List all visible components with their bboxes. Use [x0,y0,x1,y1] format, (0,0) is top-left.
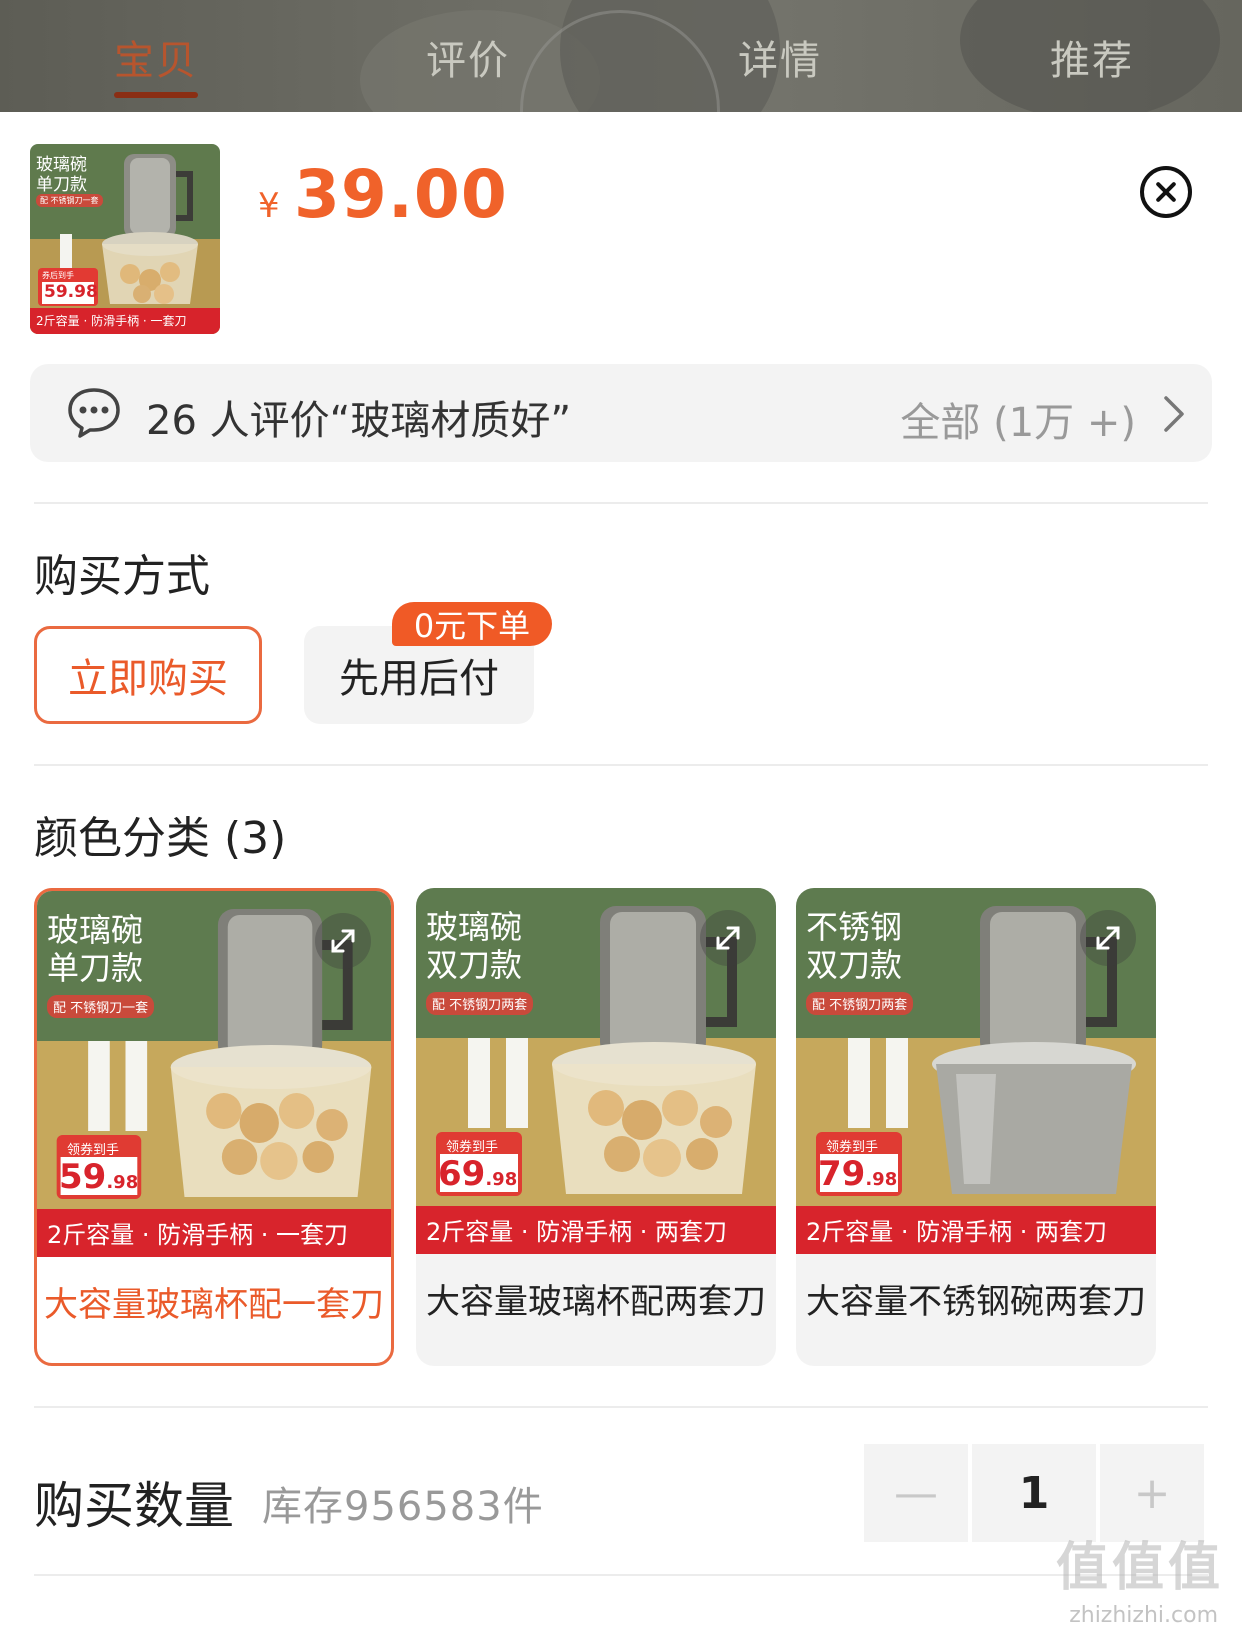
thumb-title-line2: 单刀款 [36,175,87,195]
card-coupon-label: 领券到手 [67,1143,120,1158]
color-option-label: 大容量玻璃杯配一套刀 [44,1285,384,1325]
thumb-coupon-price: 59.98 [44,282,98,302]
card-image-title-line2: 单刀款 [47,949,144,987]
color-option-card[interactable]: 不锈钢 双刀款 配 不锈钢刀两套 领券到手 79.98 2斤容量 · 防滑手柄 … [796,888,1156,1366]
color-option-label: 大容量不锈钢碗两套刀 [806,1282,1146,1322]
thumb-coupon-label: 券后到手 [42,271,74,280]
decrement-button[interactable]: — [864,1444,968,1542]
review-highlight-text: 26 人评价“玻璃材质好” [146,398,572,444]
card-coupon-price: 69.98 [438,1154,518,1194]
thumb-tag: 配 不锈钢刀一套 [36,194,103,207]
tab-recommend[interactable]: 推荐 [1050,28,1134,86]
color-option-label: 大容量玻璃杯配两套刀 [426,1282,766,1322]
top-navigation-bar: 宝贝 评价 详情 推荐 [0,0,1242,112]
divider [34,1406,1208,1408]
zero-yuan-badge: 0元下单 [392,602,552,646]
product-thumbnail[interactable]: 玻璃碗 单刀款 配 不锈钢刀一套 券后到手 59.98 2斤容量 · 防滑手柄 … [30,144,220,334]
product-price: 39.00 [294,156,508,233]
review-summary-bar[interactable]: 26 人评价“玻璃材质好” 全部 (1万 +) [30,364,1212,462]
divider [34,1574,1208,1576]
card-image-banner: 2斤容量 · 防滑手柄 · 一套刀 [47,1221,349,1249]
card-image-banner: 2斤容量 · 防滑手柄 · 两套刀 [806,1218,1108,1246]
card-image-tag: 配 不锈钢刀两套 [806,992,914,1015]
close-icon[interactable] [1140,166,1192,218]
color-option-card[interactable]: 玻璃碗 双刀款 配 不锈钢刀两套 领券到手 69.98 2斤容量 · 防滑手柄 … [416,888,776,1366]
card-image-title-line2: 双刀款 [806,946,903,984]
tab-item[interactable]: 宝贝 [114,28,198,86]
purchase-method-title: 购买方式 [34,551,210,602]
card-coupon-label: 领券到手 [446,1140,499,1155]
card-image-title-line2: 双刀款 [426,946,523,984]
thumb-banner: 2斤容量 · 防滑手柄 · 一套刀 [36,314,187,328]
divider [34,764,1208,766]
card-coupon-price: 59.98 [59,1157,139,1197]
stock-count: 库存956583件 [262,1484,544,1530]
active-tab-indicator [114,92,198,98]
watermark-url: zhizhizhi.com [1069,1603,1218,1628]
card-image-banner: 2斤容量 · 防滑手柄 · 两套刀 [426,1218,728,1246]
expand-icon[interactable] [315,913,371,969]
color-option-card[interactable]: 玻璃碗 单刀款 配 不锈钢刀一套 领券到手 59.98 2斤容量 · 防滑手柄 … [34,888,394,1366]
watermark-logo: 值值值 [1055,1538,1224,1598]
card-image-tag: 配 不锈钢刀一套 [47,995,155,1018]
quantity-title: 购买数量 [34,1477,234,1535]
card-coupon-price: 79.98 [818,1154,898,1194]
expand-icon[interactable] [700,910,756,966]
chat-bubble-icon [68,388,120,438]
review-all-count: 全部 (1万 +) [900,400,1136,446]
card-coupon-label: 领券到手 [826,1140,879,1155]
divider [34,502,1208,504]
card-image-tag: 配 不锈钢刀两套 [426,992,534,1015]
price-currency: ¥ [258,186,280,226]
tab-reviews[interactable]: 评价 [426,28,510,86]
color-category-title: 颜色分类 (3) [34,813,287,864]
chevron-right-icon [1164,396,1184,432]
expand-icon[interactable] [1080,910,1136,966]
buy-now-option[interactable]: 立即购买 [34,626,262,724]
tab-details[interactable]: 详情 [738,28,822,86]
